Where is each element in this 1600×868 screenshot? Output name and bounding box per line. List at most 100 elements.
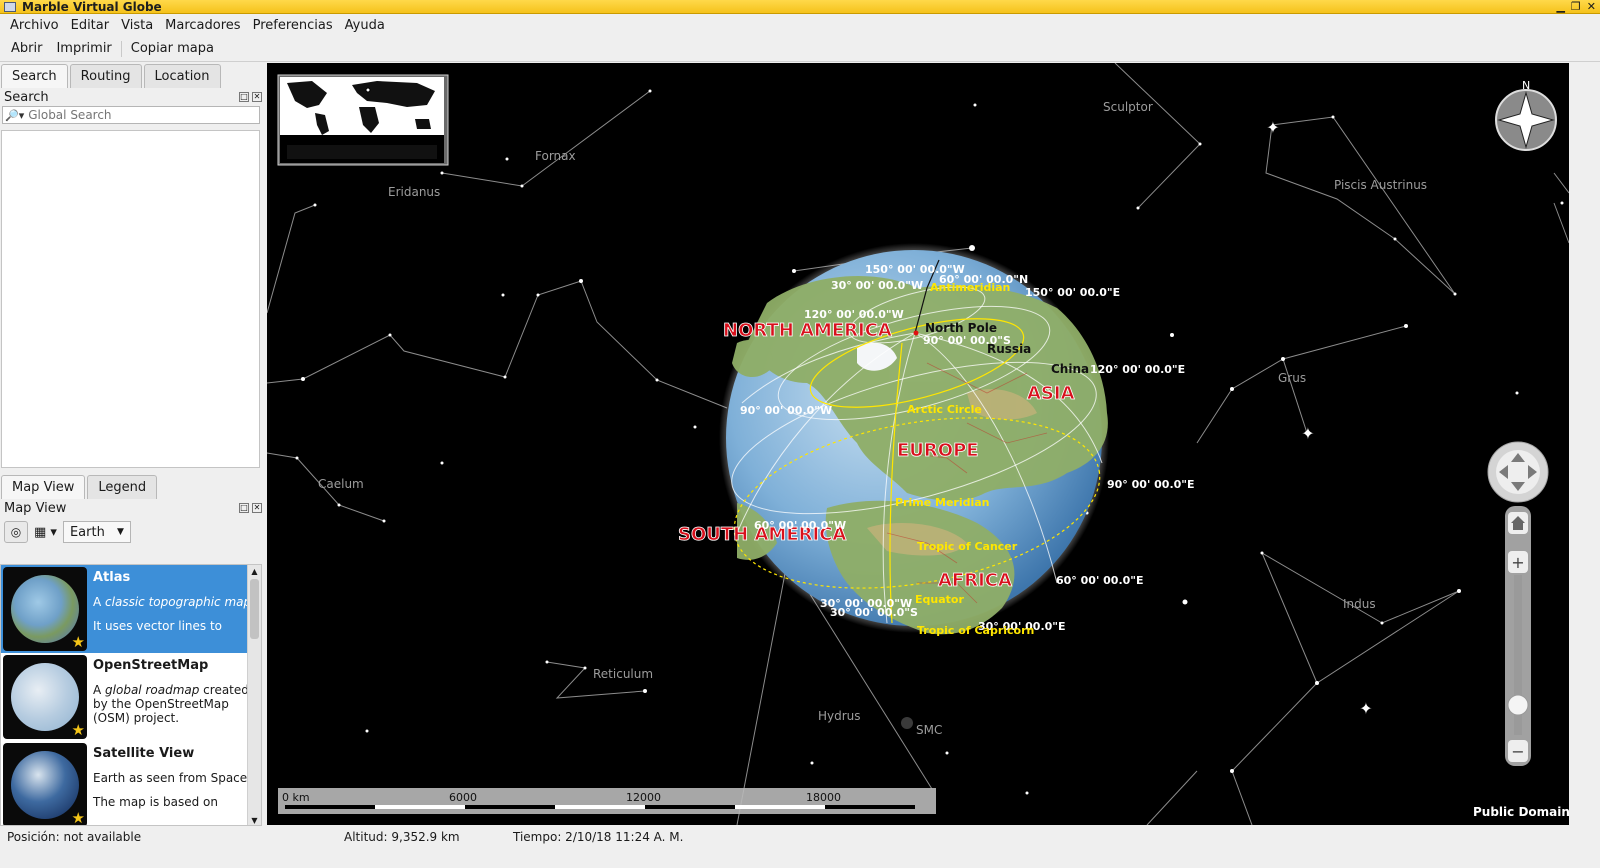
special-line-label: Equator [915,593,964,606]
map-desc-emphasis: global roadmap [105,683,200,697]
constellation-label: Eridanus [388,185,440,199]
map-list-scrollbar[interactable]: ▲ ▼ [247,565,261,825]
osm-thumbnail: ★ [3,655,87,739]
projection-globe-icon[interactable]: ◎ [4,521,28,543]
special-line-label: Tropic of Cancer [917,540,1018,553]
map-view-tabs: Map View Legend [0,473,266,499]
place-label: North Pole [925,321,997,335]
scale-label: 0 km [282,791,310,804]
map-desc-text: A [93,595,106,609]
search-tabs: Search Routing Location [0,62,266,88]
favorite-star-icon[interactable]: ★ [72,633,85,651]
grid-label: 90° 00' 00.0"S [923,334,1011,347]
satellite-thumbnail: ★ [3,743,87,825]
map-name: Satellite View [93,746,195,761]
zoom-in-icon: + [1511,553,1524,572]
special-line-label: Arctic Circle [907,403,982,416]
map-name: Atlas [93,570,131,585]
left-panel: Search Routing Location Search □ ✕ 🔎▾ Ma… [0,62,266,844]
dock-close-icon[interactable]: ✕ [252,92,262,102]
grid-label: 120° 00' 00.0"W [804,308,904,321]
search-input[interactable] [26,107,259,123]
constellation-label: SMC [916,723,942,737]
map-desc-text: It uses vector lines to [93,619,223,633]
close-icon[interactable]: ✕ [1587,0,1596,13]
navigation-control[interactable]: + − [1487,441,1549,766]
window-title: Marble Virtual Globe [22,0,162,14]
grid-label: 120° 00' 00.0"E [1090,363,1185,376]
constellation-label: Reticulum [593,667,653,681]
scrollbar-thumb[interactable] [250,579,259,639]
globe-map-view[interactable]: ✦ ✦ ✦ Sculptor Fornax Eridanus Piscis Au… [267,63,1569,825]
open-button[interactable]: Abrir [4,41,49,56]
menu-editar[interactable]: Editar [65,18,116,33]
tab-routing[interactable]: Routing [69,64,142,88]
dock-close-icon[interactable]: ✕ [252,503,262,513]
grid-label: 60° 00' 00.0"W [754,519,846,532]
restore-icon[interactable]: ❐ [1571,0,1581,13]
scale-label: 18000 [806,791,841,804]
constellation-label: Indus [1343,597,1376,611]
menu-archivo[interactable]: Archivo [4,18,65,33]
constellation-label: Sculptor [1103,100,1153,114]
binoculars-icon[interactable]: 🔎▾ [3,109,26,122]
grid-label: 30° 00' 00.0"S [830,606,918,619]
north-pole-marker[interactable] [913,330,919,336]
map-view-dock-label: Map View [4,500,67,516]
scroll-up-icon[interactable]: ▲ [248,567,261,576]
constellation-label: Hydrus [818,709,861,723]
map-theme-list: ★ Atlas A classic topographic map. It us… [0,564,262,826]
copy-map-button[interactable]: Copiar mapa [124,41,221,56]
svg-text:✦: ✦ [1266,118,1279,137]
search-dock-label: Search [4,89,49,105]
menu-preferencias[interactable]: Preferencias [247,18,339,33]
favorite-star-icon[interactable]: ★ [72,809,85,825]
map-desc-text: The map is based on [93,795,218,809]
grid-view-icon[interactable]: ▦ ▾ [34,525,57,540]
grid-label: 90° 00' 00.0"E [1107,478,1195,491]
menu-bar: Archivo Editar Vista Marcadores Preferen… [0,14,1600,36]
tab-legend[interactable]: Legend [87,475,158,499]
continent-label: NORTH AMERICA [723,320,892,341]
map-theme-satellite[interactable]: ★ Satellite View Earth as seen from Spac… [1,741,261,825]
map-theme-atlas[interactable]: ★ Atlas A classic topographic map. It us… [1,565,261,653]
continent-label: EUROPE [897,440,979,461]
svg-text:✦: ✦ [1301,424,1314,443]
minimize-icon[interactable]: ▁ [1556,0,1564,13]
compass[interactable]: N [1495,79,1557,151]
status-bar: Posición: not available Altitud: 9,352.9… [0,826,1600,848]
map-theme-openstreetmap[interactable]: ★ OpenStreetMap A global roadmap created… [1,653,261,741]
atlas-thumbnail: ★ [3,567,87,651]
menu-marcadores[interactable]: Marcadores [159,18,246,33]
globe[interactable] [717,243,1113,635]
continent-label: AFRICA [938,570,1012,591]
float-icon[interactable]: □ [239,503,249,513]
overview-map[interactable] [277,74,449,166]
grid-label: 30° 00' 00.0"W [831,279,923,292]
menu-ayuda[interactable]: Ayuda [339,18,391,33]
scale-bar: 0 km 6000 12000 18000 [278,788,936,814]
tab-map-view[interactable]: Map View [1,475,86,499]
print-button[interactable]: Imprimir [49,41,118,56]
grid-label: 90° 00' 00.0"W [740,404,832,417]
special-line-label: Antimeridian [930,281,1010,294]
favorite-star-icon[interactable]: ★ [72,721,85,739]
smc-blob [901,717,913,729]
license-label: Public Domain [1473,805,1569,819]
scroll-down-icon[interactable]: ▼ [248,816,261,825]
compass-north-label: N [1522,79,1530,92]
menu-vista[interactable]: Vista [115,18,159,33]
grid-label: 60° 00' 00.0"E [1056,574,1144,587]
planet-select[interactable]: Earth ▼ [62,521,131,543]
place-label: China [1051,362,1089,376]
search-results-list[interactable] [1,130,260,468]
zoom-slider-handle [1507,694,1529,716]
tab-location[interactable]: Location [143,64,221,88]
planet-value: Earth [69,524,105,540]
constellation-label: Fornax [535,149,576,163]
map-desc-emphasis: classic topographic map. [105,595,255,609]
tab-search[interactable]: Search [1,64,68,88]
map-view-dock-title: Map View □ ✕ [0,499,266,517]
float-icon[interactable]: □ [239,92,249,102]
bright-stars: ✦ ✦ ✦ [1266,118,1372,718]
